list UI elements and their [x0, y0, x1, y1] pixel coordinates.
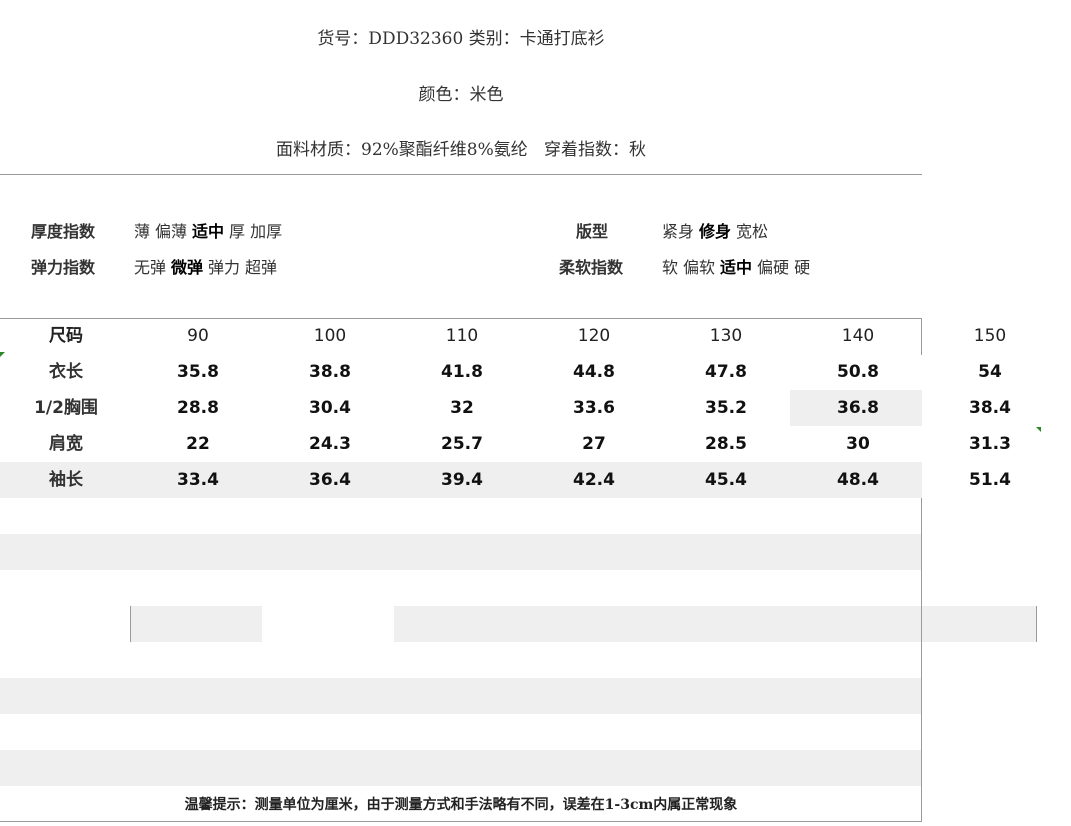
column-header-100: 100	[313, 326, 347, 346]
fit-option: 紧身	[662, 222, 695, 241]
product-code-text: 货号：DDD32360 类别：卡通打底衫	[317, 29, 605, 49]
thickness-option: 厚	[229, 222, 246, 241]
table-cell: 48.4	[837, 470, 879, 490]
fit-option: 宽松	[736, 222, 769, 241]
table-cell: 22	[186, 434, 210, 454]
column-header-150: 150	[973, 326, 1007, 346]
table-cell: 47.8	[705, 362, 747, 382]
elasticity-option: 超弹	[245, 258, 278, 277]
table-cell: 36.4	[309, 470, 351, 490]
column-header-size: 尺码	[49, 326, 83, 346]
column-header-110: 110	[445, 326, 479, 346]
thickness-option: 加厚	[250, 222, 283, 241]
thickness-option: 适中	[192, 222, 225, 241]
table-stripe	[0, 534, 922, 570]
thickness-option: 薄	[134, 222, 151, 241]
table-cell: 27	[582, 434, 606, 454]
table-cell: 44.8	[573, 362, 615, 382]
material-line: 面料材质：92%聚酯纤维8%氨纶 穿着指数：秋	[0, 135, 922, 160]
table-cell: 30.4	[309, 398, 351, 418]
fit-option: 修身	[699, 222, 732, 241]
column-header-120: 120	[577, 326, 611, 346]
softness-label: 柔软指数	[559, 258, 624, 277]
color-line: 颜色：米色	[0, 80, 922, 105]
softness-options: 软偏软 适中 偏硬硬	[662, 254, 815, 278]
table-cell: 54	[978, 362, 1002, 382]
column-header-130: 130	[709, 326, 743, 346]
table-cell: 41.8	[441, 362, 483, 382]
table-cell: 28.5	[705, 434, 747, 454]
color-text: 颜色：米色	[418, 85, 504, 105]
table-right-border	[921, 498, 922, 822]
table-cell: 35.2	[705, 398, 747, 418]
column-header-90: 90	[187, 326, 209, 346]
softness-option: 适中	[720, 258, 753, 277]
table-cell: 35.8	[177, 362, 219, 382]
row-label: 肩宽	[49, 434, 83, 454]
elasticity-options: 无弹 微弹 弹力 超弹	[134, 254, 282, 278]
table-cell: 38.8	[309, 362, 351, 382]
row-label: 袖长	[49, 470, 83, 490]
table-cell: 45.4	[705, 470, 747, 490]
softness-option: 偏软	[683, 258, 716, 277]
table-stripe	[0, 678, 922, 714]
table-cell: 24.3	[309, 434, 351, 454]
row-label: 衣长	[49, 362, 83, 382]
header-divider	[0, 174, 922, 175]
table-stripe	[0, 750, 922, 786]
footer-note: 温馨提示：测量单位为厘米，由于测量方式和手法略有不同，误差在1-3cm内属正常现…	[184, 797, 738, 813]
column-header-140: 140	[841, 326, 875, 346]
table-cell: 36.8	[837, 398, 879, 418]
thickness-options: 薄偏薄 适中厚加厚	[134, 218, 287, 242]
product-code-line: 货号：DDD32360 类别：卡通打底衫	[0, 24, 922, 49]
fit-label: 版型	[576, 222, 609, 241]
table-cell: 28.8	[177, 398, 219, 418]
cell-divider	[130, 606, 131, 642]
table-cell: 42.4	[573, 470, 615, 490]
table-cell: 31.3	[969, 434, 1011, 454]
table-cell: 25.7	[441, 434, 483, 454]
table-cell: 32	[450, 398, 474, 418]
table-cell: 39.4	[441, 470, 483, 490]
table-stripe	[130, 606, 262, 642]
table-stripe	[394, 606, 1036, 642]
elasticity-option: 弹力	[208, 258, 241, 277]
table-bottom-border	[0, 821, 922, 822]
table-cell: 30	[846, 434, 870, 454]
elasticity-label: 弹力指数	[31, 258, 96, 277]
cell-divider	[1036, 606, 1037, 642]
material-text: 面料材质：92%聚酯纤维8%氨纶 穿着指数：秋	[276, 140, 646, 160]
table-cell: 38.4	[969, 398, 1011, 418]
table-cell: 50.8	[837, 362, 879, 382]
table-cell: 51.4	[969, 470, 1011, 490]
elasticity-option: 无弹	[134, 258, 167, 277]
thickness-option: 偏薄	[155, 222, 188, 241]
row-label: 1/2胸围	[34, 398, 98, 418]
softness-option: 偏硬	[757, 258, 790, 277]
table-cell: 33.4	[177, 470, 219, 490]
softness-option: 软	[662, 258, 679, 277]
thickness-label: 厚度指数	[31, 222, 96, 241]
fit-options: 紧身 修身 宽松	[662, 218, 773, 242]
softness-option: 硬	[794, 258, 811, 277]
elasticity-option: 微弹	[171, 258, 204, 277]
table-cell: 33.6	[573, 398, 615, 418]
